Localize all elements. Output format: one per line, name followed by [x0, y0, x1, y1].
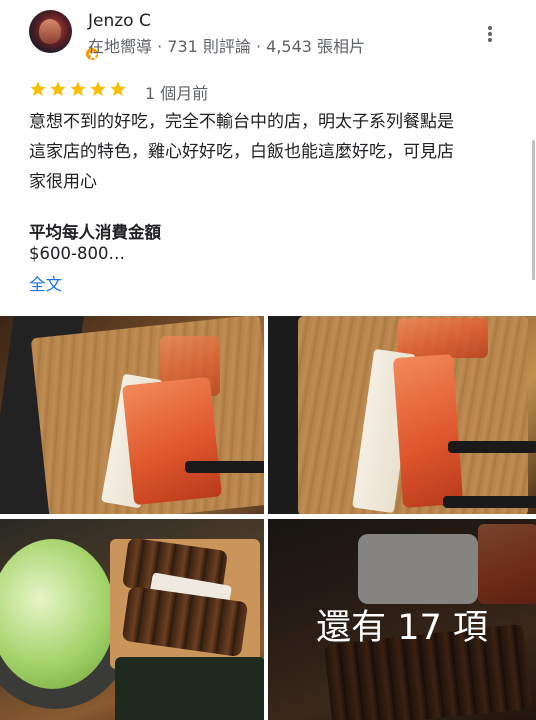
photo-salmon: [392, 354, 464, 508]
avatar-face: [39, 19, 61, 44]
photo-chopstick: [448, 441, 536, 453]
more-vert-icon[interactable]: [480, 22, 500, 46]
star-icon: [90, 81, 106, 96]
star-icon: [50, 81, 66, 96]
more-photos-label: 還有 17 項: [316, 608, 488, 648]
star-icon: [70, 81, 86, 96]
price-title: 平均每人消費金額: [29, 223, 161, 242]
review-photo[interactable]: [268, 316, 536, 514]
photo-nori: [115, 657, 264, 720]
photo-salmon: [398, 318, 488, 358]
review-line: 這家店的特色，雞心好好吃，白飯也能這麼好吃，可見店: [29, 142, 454, 162]
photo-salmon: [121, 376, 223, 506]
review-text: 意想不到的好吃，完全不輸台中的店，明太子系列餐點是 這家店的特色，雞心好好吃，白…: [29, 107, 509, 197]
reviewer-avatar[interactable]: [29, 10, 100, 62]
reviewer-meta: 在地嚮導 · 731 則評論 · 4,543 張相片: [88, 37, 366, 56]
star-rating: [29, 80, 127, 100]
review-line: 家很用心: [29, 172, 97, 192]
more-photos-tile[interactable]: 還有 17 項: [268, 519, 536, 720]
review-header: Jenzo C 在地嚮導 · 731 則評論 · 4,543 張相片: [0, 0, 536, 70]
star-icon: [30, 81, 46, 96]
review-photo[interactable]: [0, 316, 264, 514]
full-text-link[interactable]: 全文: [29, 271, 62, 295]
star-icon: [110, 81, 126, 96]
price-value: $600-800…: [29, 244, 125, 263]
review-line: 意想不到的好吃，完全不輸台中的店，明太子系列餐點是: [29, 112, 454, 132]
posted-time: 1 個月前: [145, 84, 209, 103]
reviewer-name[interactable]: Jenzo C: [88, 11, 151, 31]
photo-chopstick: [185, 461, 264, 473]
scrollbar-thumb[interactable]: [532, 140, 535, 280]
review-photo[interactable]: [0, 519, 264, 720]
photo-chopstick: [443, 496, 536, 508]
